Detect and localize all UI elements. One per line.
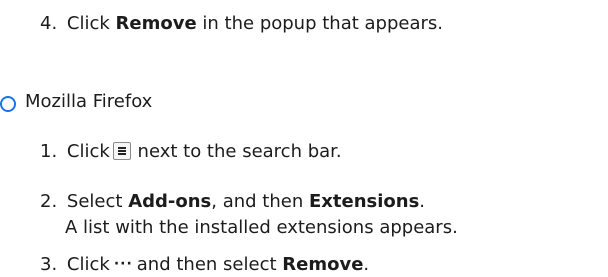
step-number: 2.	[40, 191, 58, 212]
step-number: 3.	[40, 254, 58, 275]
step-text: Click	[66, 141, 110, 162]
step-text: in the popup that appears.	[202, 13, 443, 34]
step-text: next to the search bar.	[137, 141, 342, 162]
extensions-label: Extensions	[308, 191, 420, 212]
remove-label: Remove	[115, 13, 197, 34]
step-text: and then select	[136, 254, 277, 275]
add-ons-label: Add-ons	[128, 191, 212, 212]
hamburger-menu-icon	[112, 142, 131, 160]
step-number: 1.	[40, 141, 58, 162]
step-text: Select	[66, 191, 123, 212]
step-text: , and then	[211, 191, 304, 212]
step-text: Click	[66, 254, 110, 275]
firefox-step-2-note: A list with the installed extensions app…	[65, 217, 458, 238]
remove-label: Remove	[282, 254, 364, 275]
bullet-circle-icon	[0, 96, 16, 112]
ellipsis-icon: ···	[113, 256, 133, 272]
step-number: 4.	[40, 13, 58, 34]
firefox-step-3: 3. Click ··· and then select Remove.	[40, 252, 369, 277]
step-4-line: 4. Click Remove in the popup that appear…	[40, 12, 443, 36]
step-text: Click	[66, 13, 110, 34]
firefox-step-2: 2. Select Add-ons, and then Extensions.	[40, 190, 425, 214]
step-text: .	[419, 191, 426, 212]
step-text: .	[363, 254, 370, 275]
firefox-step-1: 1. Click next to the search bar.	[40, 140, 342, 164]
firefox-heading: Mozilla Firefox	[25, 91, 153, 112]
